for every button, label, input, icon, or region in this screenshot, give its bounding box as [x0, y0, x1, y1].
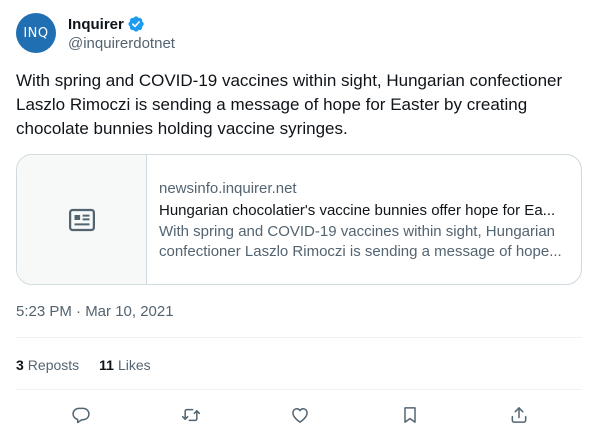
share-button[interactable]: [502, 398, 536, 432]
display-name[interactable]: Inquirer: [68, 16, 124, 33]
engagement-stats: 3 Reposts 11 Likes: [16, 355, 171, 375]
avatar[interactable]: INQ: [16, 13, 56, 53]
display-name-row: Inquirer: [68, 14, 175, 34]
verified-badge-icon[interactable]: [127, 15, 145, 33]
reposts-label: Reposts: [27, 357, 80, 373]
handle[interactable]: @inquirerdotnet: [68, 35, 175, 52]
bookmark-button[interactable]: [393, 398, 427, 432]
reply-icon: [72, 407, 90, 424]
likes-stat[interactable]: 11 Likes: [99, 355, 151, 375]
reposts-count: 3: [16, 357, 24, 373]
avatar-text: INQ: [23, 25, 49, 41]
like-button[interactable]: [283, 398, 317, 432]
likes-label: Likes: [117, 357, 151, 373]
likes-count: 11: [99, 357, 114, 373]
share-icon: [511, 407, 527, 423]
link-card-body: newsinfo.inquirer.net Hungarian chocolat…: [147, 155, 581, 284]
heart-icon: [292, 408, 308, 423]
action-bar: [16, 398, 582, 432]
link-card-description: With spring and COVID-19 vaccines within…: [159, 223, 562, 260]
tweet-text: With spring and COVID-19 vaccines within…: [16, 71, 563, 138]
link-card[interactable]: newsinfo.inquirer.net Hungarian chocolat…: [16, 154, 582, 285]
bookmark-icon: [403, 407, 416, 423]
tweet-header: INQ Inquirer @inquirerdotnet: [16, 12, 175, 54]
tweet-timestamp[interactable]: 5:23 PM · Mar 10, 2021: [16, 302, 174, 322]
link-card-domain: newsinfo.inquirer.net: [159, 180, 297, 197]
article-icon: [68, 208, 95, 231]
link-card-thumbnail: [17, 155, 147, 284]
repost-icon: [181, 408, 200, 422]
reply-button[interactable]: [64, 398, 98, 432]
reposts-stat[interactable]: 3 Reposts: [16, 355, 79, 375]
author-names: Inquirer @inquirerdotnet: [68, 14, 175, 53]
repost-button[interactable]: [174, 398, 208, 432]
divider: [16, 389, 582, 390]
divider: [16, 337, 582, 338]
link-card-title: Hungarian chocolatier's vaccine bunnies …: [159, 202, 556, 219]
